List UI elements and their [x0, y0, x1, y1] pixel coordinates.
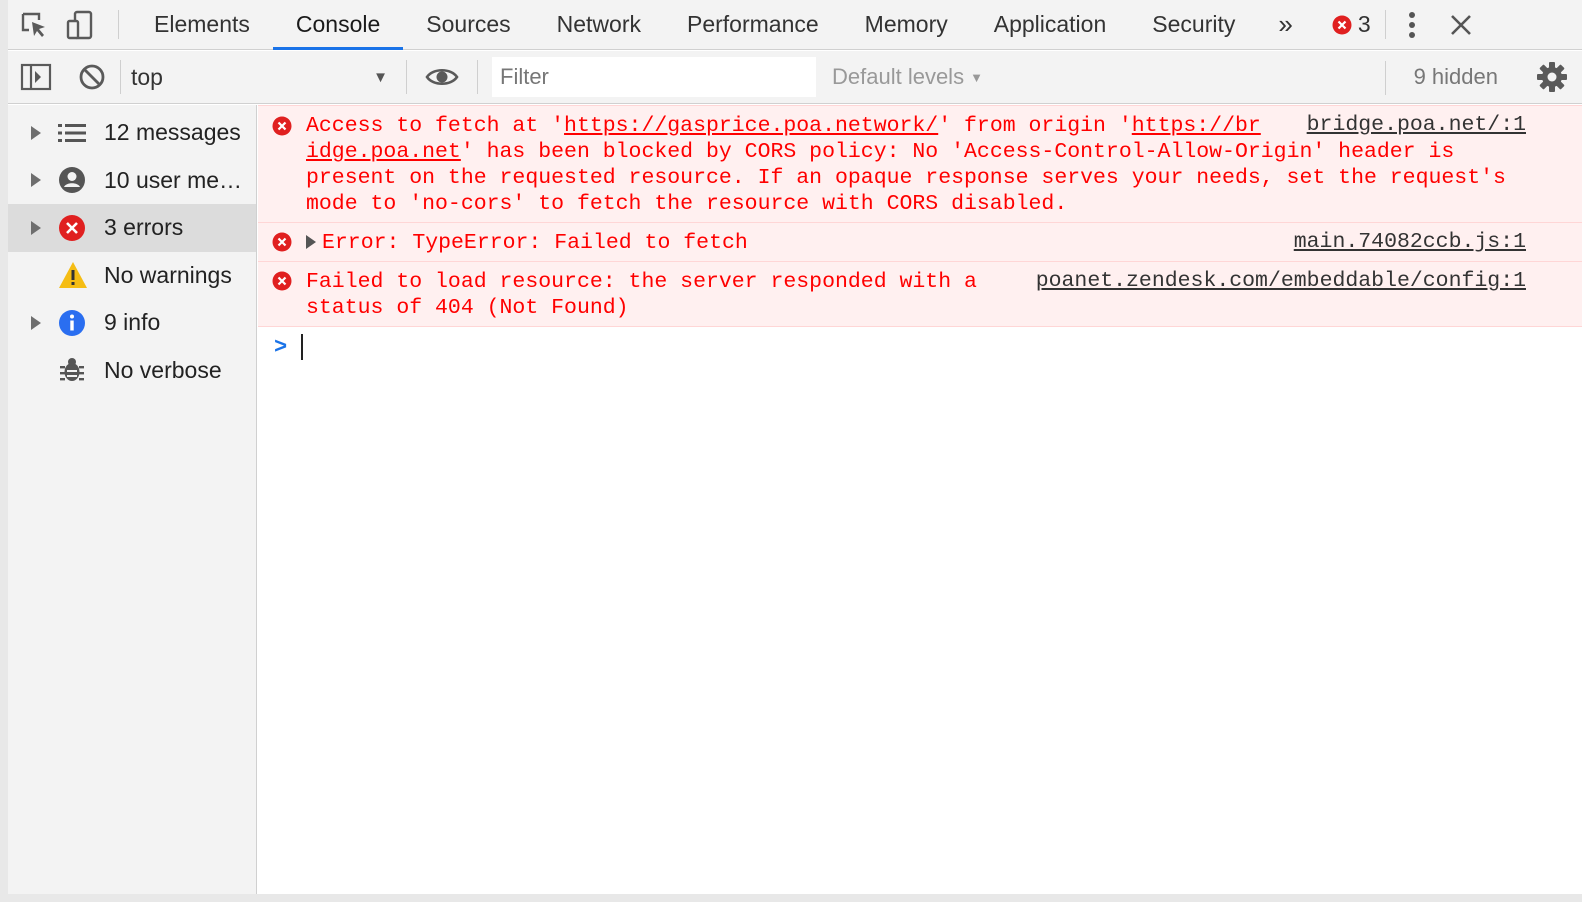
context-value: top — [131, 63, 163, 90]
error-count-badge[interactable]: 3 — [1308, 0, 1381, 49]
error-count: 3 — [1357, 11, 1371, 37]
sidebar-item-label: 3 errors — [104, 214, 184, 241]
expand-arrow-icon[interactable] — [8, 125, 64, 140]
live-expression-eye-icon[interactable] — [407, 51, 477, 103]
log-levels-dropdown[interactable]: Default levels ▼ — [832, 64, 983, 90]
tab-network[interactable]: Network — [534, 0, 664, 49]
source-link[interactable]: bridge.poa.net/:1 — [1307, 113, 1526, 137]
error-icon — [258, 106, 306, 222]
expand-arrow-icon[interactable] — [8, 173, 64, 188]
console-message-error: Failed to load resource: the server resp… — [258, 262, 1582, 327]
sidebar-item-errors[interactable]: 3 errors — [8, 204, 256, 252]
close-devtools-icon[interactable] — [1434, 0, 1488, 49]
bottom-border — [8, 894, 1582, 902]
context-selector[interactable]: top ▼ — [121, 51, 406, 103]
console-message-error: Error: TypeError: Failed to fetch main.7… — [258, 223, 1582, 262]
clear-console-icon[interactable] — [64, 51, 120, 103]
sidebar-item-warnings[interactable]: No warnings — [8, 252, 256, 300]
console-sidebar: 12 messages 10 user me… 3 errors No warn… — [8, 105, 257, 902]
toolbar-separator — [1385, 61, 1386, 95]
log-levels-label: Default levels — [832, 64, 965, 89]
sidebar-item-label: 9 info — [104, 309, 161, 336]
show-sidebar-icon[interactable] — [8, 51, 64, 103]
info-icon — [58, 309, 104, 337]
console-output: Access to fetch at 'https://gasprice.poa… — [258, 105, 1582, 902]
tab-performance[interactable]: Performance — [664, 0, 842, 49]
message-text-part: ' from origin ' — [938, 114, 1132, 138]
error-icon — [58, 214, 104, 242]
expand-arrow-icon[interactable] — [306, 235, 316, 249]
tab-sources[interactable]: Sources — [403, 0, 533, 49]
expand-arrow-icon[interactable] — [8, 315, 64, 330]
toolbar-separator — [477, 60, 478, 94]
prompt-chevron-icon: > — [274, 334, 288, 360]
text-cursor — [301, 334, 304, 360]
device-toolbar-icon[interactable] — [60, 0, 100, 49]
inspect-element-icon[interactable] — [8, 0, 60, 49]
message-text-part: Failed to load resource: the server resp… — [306, 270, 977, 294]
url-link[interactable]: https://br — [1132, 114, 1261, 138]
sidebar-item-label: No warnings — [104, 261, 232, 288]
sidebar-item-user-messages[interactable]: 10 user me… — [8, 157, 256, 205]
tab-console[interactable]: Console — [272, 0, 404, 50]
error-icon — [258, 262, 306, 326]
url-link[interactable]: https://gasprice.poa.network/ — [564, 114, 938, 138]
sidebar-item-label: 10 user me… — [104, 166, 243, 193]
sidebar-item-label: 12 messages — [104, 119, 241, 146]
console-message-error: Access to fetch at 'https://gasprice.poa… — [258, 105, 1582, 223]
source-link[interactable]: main.74082ccb.js:1 — [1294, 230, 1526, 254]
dropdown-arrow-icon: ▼ — [970, 69, 983, 85]
message-text-part: Error: TypeError: Failed to fetch — [322, 231, 748, 255]
message-text-part: Access to fetch at ' — [306, 114, 565, 138]
tab-application[interactable]: Application — [971, 0, 1130, 49]
error-icon — [1332, 15, 1352, 34]
more-tabs-button[interactable]: » — [1258, 0, 1307, 49]
dropdown-arrow-icon: ▼ — [373, 68, 388, 86]
sidebar-item-messages[interactable]: 12 messages — [8, 109, 256, 157]
tab-memory[interactable]: Memory — [842, 0, 971, 49]
sidebar-item-info[interactable]: 9 info — [8, 299, 256, 347]
message-text-part: ' has been blocked by CORS policy: No 'A… — [306, 140, 1506, 216]
tab-security[interactable]: Security — [1129, 0, 1258, 49]
sidebar-item-label: No verbose — [104, 356, 222, 383]
list-icon — [58, 122, 104, 144]
source-link[interactable]: poanet.zendesk.com/embeddable/config:1 — [1036, 269, 1526, 293]
console-toolbar: top ▼ Default levels ▼ 9 hidden — [8, 51, 1582, 104]
warning-icon — [58, 261, 104, 289]
filter-input[interactable] — [492, 57, 816, 97]
console-prompt[interactable]: > — [258, 327, 1582, 367]
message-text-part: status of 404 (Not Found) — [306, 296, 629, 320]
url-link[interactable]: idge.poa.net — [306, 140, 461, 164]
bug-icon — [58, 356, 104, 384]
tabbar-separator — [1384, 10, 1386, 39]
tabbar-separator — [118, 10, 119, 39]
user-icon — [58, 166, 104, 194]
sidebar-item-verbose[interactable]: No verbose — [8, 347, 256, 395]
tab-elements[interactable]: Elements — [131, 0, 273, 49]
hidden-count: 9 hidden — [1413, 64, 1498, 89]
gear-icon[interactable] — [1536, 61, 1568, 98]
more-options-icon[interactable] — [1390, 0, 1434, 49]
error-icon — [258, 223, 306, 261]
expand-arrow-icon[interactable] — [8, 220, 64, 235]
devtools-tabbar: Elements Console Sources Network Perform… — [8, 0, 1582, 50]
